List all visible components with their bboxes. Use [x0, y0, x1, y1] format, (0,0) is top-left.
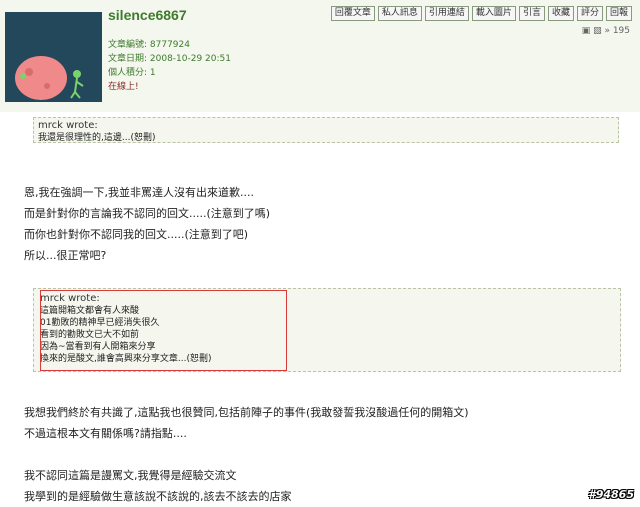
avatar-illustration-icon — [15, 56, 84, 100]
favorite-button[interactable]: 收藏 — [547, 6, 574, 21]
rate-button[interactable]: 評分 — [576, 6, 603, 21]
article-number: 文章編號: 8777924 — [108, 40, 190, 50]
quote-author: mrck wrote: — [38, 120, 98, 131]
post-toolbar: 回覆文章 私人訊息 引用連結 載入圖片 引言 收藏 評分 回報 — [330, 6, 632, 21]
post-line: 所以...很正常吧? — [24, 249, 107, 262]
highlight-box — [40, 290, 287, 371]
post-floor-link[interactable]: ▣ ▧ » 195 — [582, 26, 630, 36]
article-date: 文章日期: 2008-10-29 20:51 — [108, 54, 231, 64]
quote-link-button[interactable]: 引用連結 — [424, 6, 469, 21]
report-button[interactable]: 回報 — [605, 6, 632, 21]
reply-button[interactable]: 回覆文章 — [330, 6, 375, 21]
post-paragraph: 恩,我在強調一下,我並非罵達人沒有出來道歉.... 而是針對你的言論我不認同的回… — [24, 182, 270, 266]
private-message-button[interactable]: 私人訊息 — [377, 6, 422, 21]
post-line: 我學到的是經驗做生意該說不該說的,該去不該去的店家 — [24, 490, 292, 503]
post-line: 我不認同這篇是謾罵文,我覺得是經驗交流文 — [24, 469, 237, 482]
quote-text: 我還是很理性的,這邊...(恕刪) — [38, 133, 156, 143]
online-status: 在線上! — [108, 82, 139, 92]
post-paragraph: 我不認同這篇是謾罵文,我覺得是經驗交流文 我學到的是經驗做生意該說不該說的,該去… — [24, 465, 292, 507]
post-line: 而是針對你的言論我不認同的回文.....(注意到了嗎) — [24, 207, 271, 220]
post-line: 我想我們終於有共識了,這點我也很贊同,包括前陣子的事件(我敢發誓我沒酸過任何的開… — [24, 406, 469, 419]
quote-button[interactable]: 引言 — [518, 6, 545, 21]
username-link[interactable]: silence6867 — [108, 7, 187, 23]
user-avatar[interactable] — [5, 12, 102, 102]
load-images-button[interactable]: 載入圖片 — [471, 6, 516, 21]
user-meta: 文章編號: 8777924 文章日期: 2008-10-29 20:51 個人積… — [108, 38, 231, 94]
post-line: 恩,我在強調一下,我並非罵達人沒有出來道歉.... — [24, 186, 254, 199]
quote-block: mrck wrote: 我還是很理性的,這邊...(恕刪) — [33, 117, 619, 143]
post-line: 不過這根本文有關係嗎?請指點.... — [24, 427, 187, 440]
post-line: 而你也針對你不認同我的回文.....(注意到了吧) — [24, 228, 249, 241]
post-paragraph: 我想我們終於有共識了,這點我也很贊同,包括前陣子的事件(我敢發誓我沒酸過任何的開… — [24, 402, 469, 444]
user-points: 個人積分: 1 — [108, 68, 156, 78]
post-header: silence6867 文章編號: 8777924 文章日期: 2008-10-… — [0, 0, 640, 112]
image-watermark: #94865 — [588, 488, 634, 501]
